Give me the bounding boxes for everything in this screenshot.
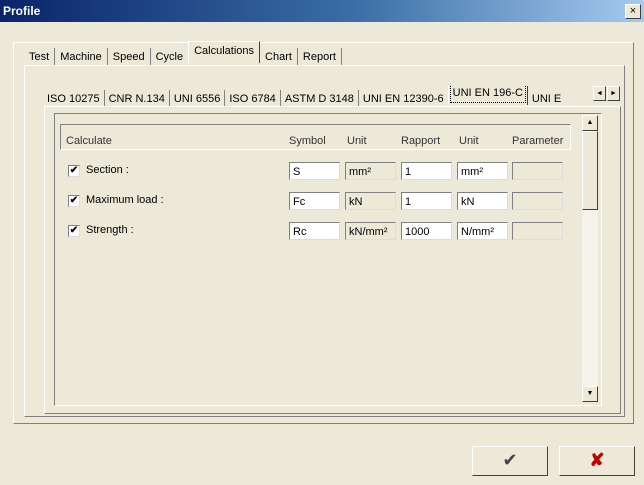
tab-astm-d3148[interactable]: ASTM D 3148 [281,90,359,106]
tab-iso-10275[interactable]: ISO 10275 [43,90,105,106]
tab-machine[interactable]: Machine [55,48,108,66]
main-tab-strip: Test Machine Speed Cycle Calculations Chart Re… [24,41,342,66]
section-parameter-field [512,162,563,180]
tab-uni-en-196-c[interactable]: UNI EN 196-C [447,86,528,105]
tab-test[interactable]: Test [24,48,56,66]
scroll-down-icon[interactable]: ▼ [582,386,598,402]
tab-chart[interactable]: Chart [260,48,298,66]
tab-uni-e-truncated[interactable]: UNI E [528,90,565,106]
maximum-load-rapport-input[interactable]: 1 [401,192,452,210]
close-icon[interactable]: × [625,4,641,19]
maximum-load-checkbox[interactable]: ✔ [68,195,80,207]
tab-speed[interactable]: Speed [108,48,151,66]
tab-iso-6784[interactable]: ISO 6784 [225,90,281,106]
strength-label: Strength : [86,224,134,236]
tab-report[interactable]: Report [298,48,342,66]
tab-scroll-buttons: ◄ ► [592,86,620,101]
strength-parameter-field [512,222,563,240]
maximum-load-symbol-input[interactable]: Fc [289,192,340,210]
scrollbar-thumb[interactable] [582,131,598,210]
section-checkbox[interactable]: ✔ [68,165,80,177]
calculation-grid [54,113,602,406]
strength-symbol-input[interactable]: Rc [289,222,340,240]
maximum-load-unit2-input[interactable]: kN [457,192,508,210]
header-rapport: Rapport [401,135,441,147]
scroll-left-icon[interactable]: ◄ [593,86,606,101]
strength-unit2-input[interactable]: N/mm² [457,222,508,240]
header-calculate: Calculate [66,135,112,147]
tab-cycle[interactable]: Cycle [151,48,189,66]
header-symbol: Symbol [289,135,326,147]
vertical-scrollbar[interactable]: ▲ ▼ [582,115,598,402]
maximum-load-label: Maximum load : [86,194,164,206]
scroll-up-icon[interactable]: ▲ [582,115,598,131]
cancel-button[interactable]: ✘ [559,446,635,476]
tab-uni-6556[interactable]: UNI 6556 [170,90,226,106]
header-parameter: Parameter [512,135,564,147]
section-unit-field: mm² [345,162,396,180]
section-rapport-input[interactable]: 1 [401,162,452,180]
strength-checkbox[interactable]: ✔ [68,225,80,237]
tab-cnr-n134[interactable]: CNR N.134 [105,90,170,106]
maximum-load-parameter-field [512,192,563,210]
tab-uni-en-12390-6[interactable]: UNI EN 12390-6 [359,90,448,106]
section-symbol-input[interactable]: S [289,162,340,180]
header-unit: Unit [347,135,367,147]
window-title: Profile [3,4,41,18]
header-unit-2: Unit [459,135,479,147]
title-bar: Profile × [0,0,644,22]
strength-unit-field: kN/mm² [345,222,396,240]
standard-tab-strip: ISO 10275 CNR N.134 UNI 6556 ISO 6784 ASTM D… [43,86,590,106]
ok-button[interactable]: ✔ [472,446,548,476]
section-label: Section : [86,164,129,176]
strength-rapport-input[interactable]: 1000 [401,222,452,240]
scroll-right-icon[interactable]: ► [607,86,620,101]
section-unit2-input[interactable]: mm² [457,162,508,180]
tab-calculations[interactable]: Calculations [188,41,261,63]
maximum-load-unit-field: kN [345,192,396,210]
